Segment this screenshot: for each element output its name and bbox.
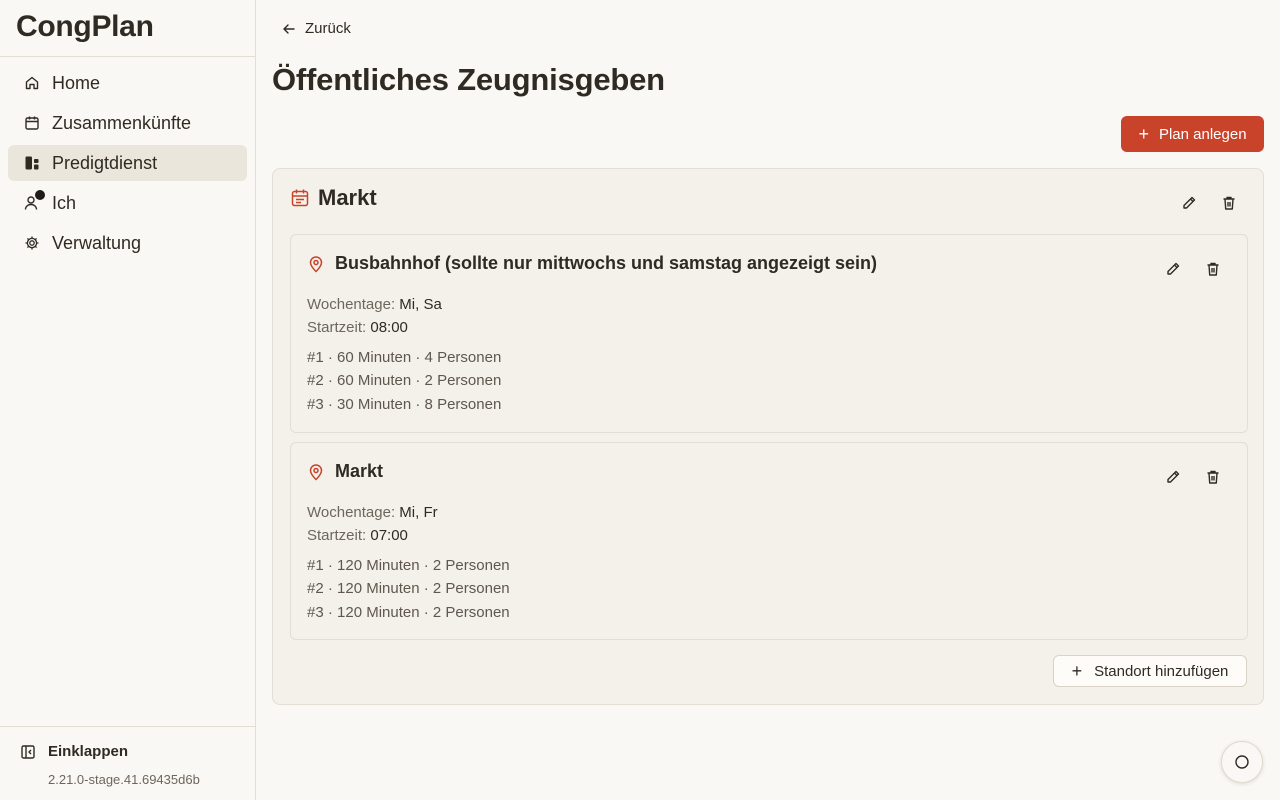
sidebar-item-label: Zusammenkünfte — [52, 112, 192, 133]
location-card: Busbahnhof (sollte nur mittwochs und sam… — [290, 234, 1248, 433]
start-time-value: 07:00 — [370, 527, 408, 544]
collapse-sidebar-button[interactable]: Einklappen — [20, 743, 235, 760]
gear-icon — [24, 235, 40, 251]
weekdays-label: Wochentage: — [307, 504, 396, 521]
sidebar-nav: Home Zusammenkünfte Predigtdienst Ich Ve… — [0, 57, 255, 273]
sidebar-item-label: Predigtdienst — [52, 152, 158, 173]
location-card: Markt Wochentage: Mi, Fr Startzeit: 07:0… — [290, 442, 1248, 640]
delete-plan-button[interactable] — [1215, 189, 1243, 217]
calendar-icon — [24, 115, 40, 131]
preaching-icon — [24, 155, 40, 171]
start-time-label: Startzeit: — [307, 527, 367, 544]
sidebar-item-ich[interactable]: Ich — [8, 185, 247, 221]
home-icon — [24, 75, 40, 91]
location-title: Markt — [335, 461, 384, 481]
sidebar: CongPlan Home Zusammenkünfte Predigtdien… — [0, 0, 256, 800]
map-pin-icon — [309, 255, 323, 273]
back-label: Zurück — [305, 20, 351, 37]
app-version: 2.21.0-stage.41.69435d6b — [48, 772, 200, 787]
trash-icon — [1207, 470, 1219, 484]
shift-item: #2 · 120 Minuten · 2 Personen — [307, 580, 510, 597]
plan-header: Markt — [290, 185, 377, 211]
start-time-label: Startzeit: — [307, 319, 367, 336]
sidebar-item-verwaltung[interactable]: Verwaltung — [8, 225, 247, 261]
add-location-label: Standort hinzufügen — [1094, 662, 1229, 680]
circle-icon — [1235, 755, 1249, 769]
page-title: Öffentliches Zeugnisgeben — [272, 62, 665, 97]
weekdays-value: Mi, Sa — [399, 296, 442, 313]
add-plan-button[interactable]: + Plan anlegen — [1121, 116, 1264, 152]
sidebar-item-label: Verwaltung — [52, 232, 142, 253]
sidebar-item-label: Home — [52, 72, 101, 93]
collapse-icon — [21, 744, 35, 759]
sidebar-footer: Einklappen 2.21.0-stage.41.69435d6b — [0, 726, 255, 800]
trash-icon — [1223, 196, 1235, 210]
delete-location-button[interactable] — [1199, 463, 1227, 491]
location-header: Markt — [307, 461, 383, 482]
floating-action-button[interactable] — [1221, 741, 1263, 783]
start-time-value: 08:00 — [370, 319, 408, 336]
collapse-label: Einklappen — [48, 743, 129, 760]
plan-title: Markt — [318, 185, 377, 210]
weekdays-row: Wochentage: Mi, Fr — [307, 504, 438, 521]
weekdays-value: Mi, Fr — [399, 504, 438, 521]
plus-icon: + — [1138, 123, 1149, 144]
add-plan-label: Plan anlegen — [1158, 125, 1247, 143]
start-time-row: Startzeit: 07:00 — [307, 527, 408, 544]
delete-location-button[interactable] — [1199, 255, 1227, 283]
edit-location-button[interactable] — [1159, 255, 1187, 283]
shift-item: #1 · 120 Minuten · 2 Personen — [307, 557, 510, 574]
map-pin-icon — [309, 463, 323, 481]
back-link[interactable]: Zurück — [282, 20, 351, 37]
notification-badge — [35, 190, 45, 200]
pencil-icon — [1167, 262, 1180, 275]
pencil-icon — [1167, 470, 1180, 483]
user-icon — [24, 190, 45, 211]
location-header: Busbahnhof (sollte nur mittwochs und sam… — [307, 253, 877, 274]
trash-icon — [1207, 262, 1219, 276]
weekdays-row: Wochentage: Mi, Sa — [307, 296, 442, 313]
pencil-icon — [1183, 196, 1196, 209]
edit-location-button[interactable] — [1159, 463, 1187, 491]
start-time-row: Startzeit: 08:00 — [307, 319, 408, 336]
sidebar-item-label: Ich — [52, 192, 77, 213]
sidebar-item-zusammenkuenfte[interactable]: Zusammenkünfte — [8, 105, 247, 141]
calendar-icon — [291, 189, 309, 207]
sidebar-item-predigtdienst[interactable]: Predigtdienst — [8, 145, 247, 181]
sidebar-item-home[interactable]: Home — [8, 65, 247, 101]
weekdays-label: Wochentage: — [307, 296, 396, 313]
plan-card: Markt Busbahnhof (sollte nur mittwochs u… — [272, 168, 1264, 705]
shift-item: #2 · 60 Minuten · 2 Personen — [307, 372, 502, 389]
shift-item: #3 · 30 Minuten · 8 Personen — [307, 396, 502, 413]
arrow-left-icon — [283, 23, 295, 34]
location-title: Busbahnhof (sollte nur mittwochs und sam… — [335, 253, 878, 273]
app-title: CongPlan — [0, 0, 255, 57]
plus-icon: + — [1071, 660, 1083, 681]
edit-plan-button[interactable] — [1175, 189, 1203, 217]
shift-item: #3 · 120 Minuten · 2 Personen — [307, 604, 510, 621]
add-location-button[interactable]: + Standort hinzufügen — [1053, 655, 1247, 687]
shift-item: #1 · 60 Minuten · 4 Personen — [307, 349, 502, 366]
